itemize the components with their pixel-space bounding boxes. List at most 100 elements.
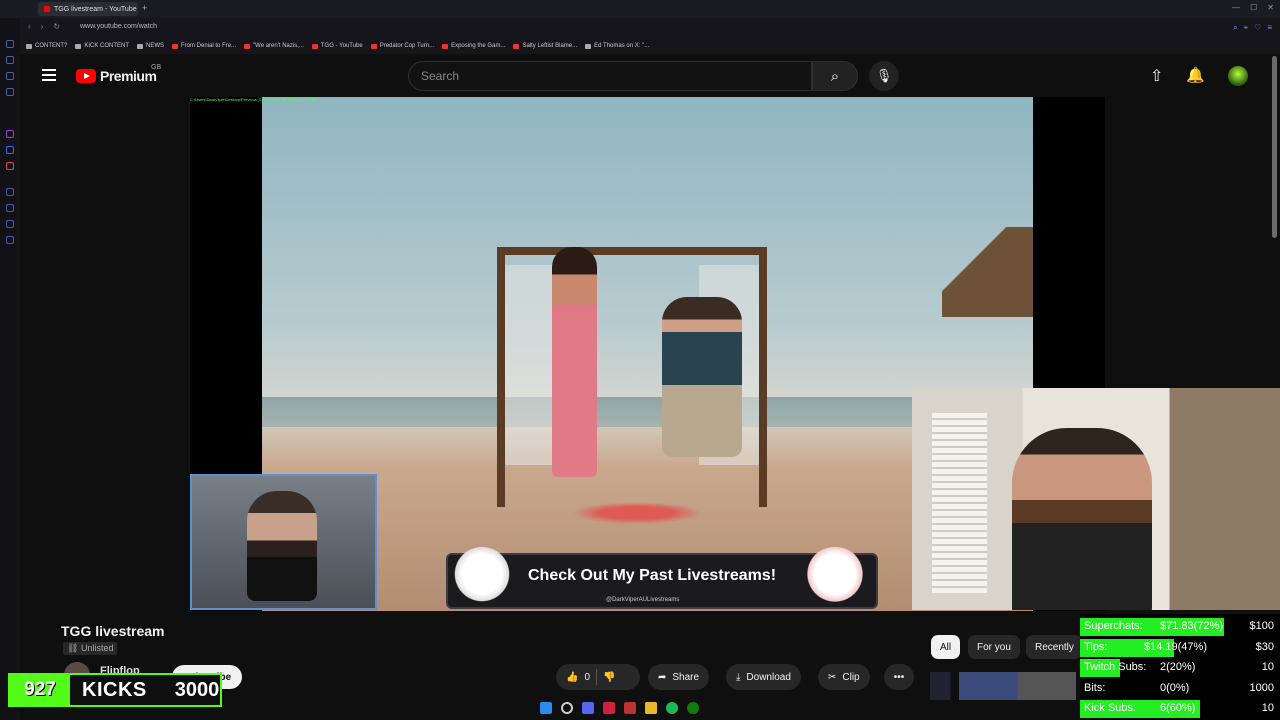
voice-search-button[interactable]: 🎙 (869, 61, 899, 91)
account-avatar[interactable] (1228, 66, 1248, 86)
donation-goals-overlay: Superchats: $71.83(72%) $100 Tips: $14.19(47… (1080, 614, 1280, 720)
search-icon: ⌕ (830, 67, 840, 85)
clip-button[interactable]: ✂ Clip (818, 664, 870, 690)
kicks-goal-overlay: 927 KICKS 3000 (8, 673, 222, 707)
bookmark-item[interactable]: Ed Thomas on X: "... (585, 43, 649, 49)
back-icon[interactable]: ‹ (28, 22, 31, 31)
chip-for-you[interactable]: For you (968, 635, 1020, 659)
taskbar-search-icon[interactable] (561, 702, 573, 714)
goal-amount: 0(0%) (1160, 681, 1190, 694)
bookmark-label: NEWS (146, 43, 165, 49)
sidebar-app-icon[interactable] (6, 72, 14, 80)
search-input[interactable]: Search (408, 61, 812, 91)
unlisted-badge: ⛓ Unlisted (63, 642, 118, 655)
folder-icon (585, 43, 592, 49)
bookmark-item[interactable]: Exposing the Gam... (442, 43, 505, 49)
pin-icon[interactable]: ⌖ (1244, 23, 1249, 33)
webcam-left (190, 474, 377, 610)
chip-all[interactable]: All (931, 635, 961, 659)
goal-label: Tips: (1084, 640, 1108, 653)
bookmark-item[interactable]: CONTENT? (26, 43, 67, 49)
taskbar (540, 699, 740, 717)
past-livestreams-banner: Check Out My Past Livestreams! @DarkVipe… (446, 547, 878, 609)
close-icon[interactable]: ✕ (1267, 3, 1274, 12)
bookmark-label: Predator Cop Turn... (379, 43, 435, 49)
goal-amount: 2(20%) (1160, 661, 1196, 674)
bookmark-label: Ed Thomas on X: "... (594, 43, 650, 49)
bookmark-item[interactable]: TGG - YouTube (311, 43, 363, 49)
download-button[interactable]: ⤓ Download (726, 664, 801, 690)
chip-recently[interactable]: Recently (1026, 635, 1082, 659)
forward-icon[interactable]: › (41, 22, 44, 31)
folder-icon (137, 43, 144, 49)
windows-start-icon[interactable] (540, 702, 552, 714)
notifications-bell-icon[interactable]: 🔔 (1186, 66, 1205, 84)
youtube-favicon-icon (442, 43, 449, 49)
youtube-premium-logo[interactable]: Premium (76, 68, 157, 84)
browser-tab[interactable]: TGG livestream - YouTube (38, 2, 138, 16)
xbox-icon[interactable] (687, 702, 699, 714)
sidebar-app-icon[interactable] (6, 188, 14, 196)
bookmark-item[interactable]: Salty Leftist Blame... (513, 43, 577, 49)
more-actions-button[interactable]: ••• (884, 664, 914, 690)
file-path-overlay: C:\Users\DarkViper\Desktop\Previous_01-1… (190, 97, 318, 102)
sidebar-app-icon[interactable] (6, 56, 14, 64)
bookmark-label: Exposing the Gam... (451, 43, 506, 49)
new-tab-icon[interactable]: + (142, 3, 147, 13)
instagram-icon[interactable] (6, 162, 14, 170)
menu-icon[interactable]: ≡ (1267, 23, 1272, 33)
spotify-icon[interactable] (666, 702, 678, 714)
maximize-icon[interactable]: ☐ (1250, 3, 1257, 12)
folder-icon (26, 43, 32, 49)
download-icon: ⤓ (736, 671, 741, 683)
youtube-favicon-icon (370, 43, 377, 49)
sidebar-app-icon[interactable] (6, 220, 14, 228)
sidebar-app-icon[interactable] (6, 88, 14, 96)
minimize-icon[interactable]: — (1232, 3, 1240, 12)
like-icon[interactable]: 👍 (566, 672, 578, 683)
youtube-favicon-icon (311, 43, 318, 49)
folder-icon (75, 43, 82, 49)
window-controls: — ☐ ✕ (1232, 3, 1274, 12)
file-explorer-icon[interactable] (645, 702, 657, 714)
opera-icon[interactable] (603, 702, 615, 714)
app-icon[interactable] (624, 702, 636, 714)
search-button[interactable]: ⌕ (812, 61, 858, 91)
goal-target: $100 (1249, 620, 1274, 632)
bookmark-item[interactable]: Predator Cop Turn... (370, 43, 435, 49)
dislike-icon[interactable]: 👎 (603, 672, 615, 683)
recommended-video-thumbnail[interactable] (930, 672, 1076, 700)
webcam-right (912, 388, 1280, 610)
bookmark-item[interactable]: "We aren't Nazis,... (244, 43, 304, 49)
page-scrollbar[interactable] (1272, 56, 1277, 238)
kneeling-man-figure (662, 297, 742, 457)
goal-target: 10 (1261, 661, 1274, 674)
discord-icon[interactable] (582, 702, 594, 714)
youtube-favicon-icon (44, 6, 50, 12)
reload-icon[interactable]: ↻ (53, 22, 60, 31)
zoom-icon[interactable]: ⌕ (1233, 23, 1237, 33)
sidebar-app-icon[interactable] (6, 204, 14, 212)
bookmark-item[interactable]: NEWS (137, 43, 164, 49)
youtube-favicon-icon (244, 43, 251, 49)
bookmark-icon[interactable]: ♡ (1254, 23, 1261, 33)
settings-icon[interactable] (6, 236, 14, 244)
bookmarks-bar: CONTENT? KICK CONTENT NEWS From Denial to F… (20, 38, 1280, 54)
cat-mascot-right (804, 547, 866, 607)
bookmark-item[interactable]: From Denial to Fre... (172, 43, 236, 49)
messenger-icon[interactable] (6, 146, 14, 154)
goal-row: Superchats: $71.83(72%) $100 (1080, 616, 1280, 636)
url-field[interactable]: www.youtube.com/watch (80, 23, 157, 30)
hamburger-menu-icon[interactable] (42, 69, 56, 81)
bookmark-item[interactable]: KICK CONTENT (75, 43, 129, 49)
bookmark-label: CONTENT? (35, 43, 68, 49)
upload-icon[interactable]: ⇧ (1150, 66, 1163, 86)
twitch-icon[interactable] (6, 130, 14, 138)
like-count[interactable]: 0 (584, 672, 590, 683)
goal-target: $30 (1255, 640, 1274, 653)
youtube-favicon-icon (172, 43, 179, 49)
share-button[interactable]: ➦ Share (648, 664, 710, 690)
sidebar-app-icon[interactable] (6, 40, 14, 48)
region-code: GB (151, 64, 162, 71)
browser-sidebar (0, 0, 20, 720)
